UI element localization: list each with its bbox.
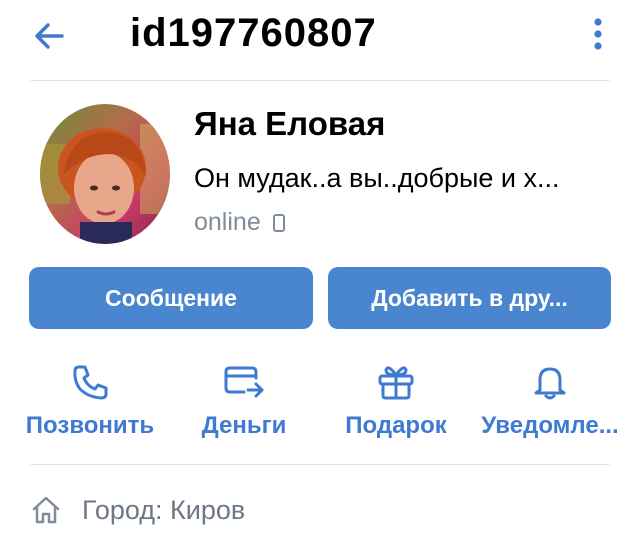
- header-divider: [30, 80, 610, 81]
- avatar-photo: [40, 104, 170, 244]
- action-money-label: Деньги: [201, 412, 287, 439]
- action-gift[interactable]: Подарок: [316, 354, 476, 444]
- bell-icon: [534, 367, 566, 400]
- gift-icon: [378, 366, 414, 400]
- city-label: Город: Киров: [82, 494, 246, 525]
- home-icon: [32, 496, 60, 524]
- add-friend-button[interactable]: Добавить в дру...: [328, 267, 611, 329]
- page-title: id197760807: [130, 11, 377, 55]
- profile-status: Он мудак..а вы..добрые и х...: [194, 163, 560, 193]
- top-bar: id197760807: [0, 0, 640, 80]
- actions-divider: [30, 464, 610, 465]
- action-gift-label: Подарок: [345, 412, 447, 439]
- more-options-icon[interactable]: [584, 12, 612, 56]
- city-info: Город: Киров: [30, 490, 245, 530]
- action-notifications-label: Уведомле...: [481, 412, 619, 439]
- avatar[interactable]: [40, 104, 170, 244]
- money-transfer-icon: [224, 366, 264, 398]
- online-status: online: [194, 207, 286, 237]
- action-call[interactable]: Позвонить: [10, 354, 170, 444]
- mobile-device-icon: [272, 214, 285, 233]
- message-button[interactable]: Сообщение: [29, 267, 313, 329]
- action-money[interactable]: Деньги: [164, 354, 324, 444]
- back-arrow-icon[interactable]: [28, 14, 72, 58]
- phone-icon: [73, 365, 108, 400]
- action-notifications[interactable]: Уведомле...: [470, 354, 630, 444]
- profile-name: Яна Еловая: [194, 105, 386, 142]
- action-call-label: Позвонить: [25, 412, 155, 439]
- online-label: online: [194, 208, 261, 236]
